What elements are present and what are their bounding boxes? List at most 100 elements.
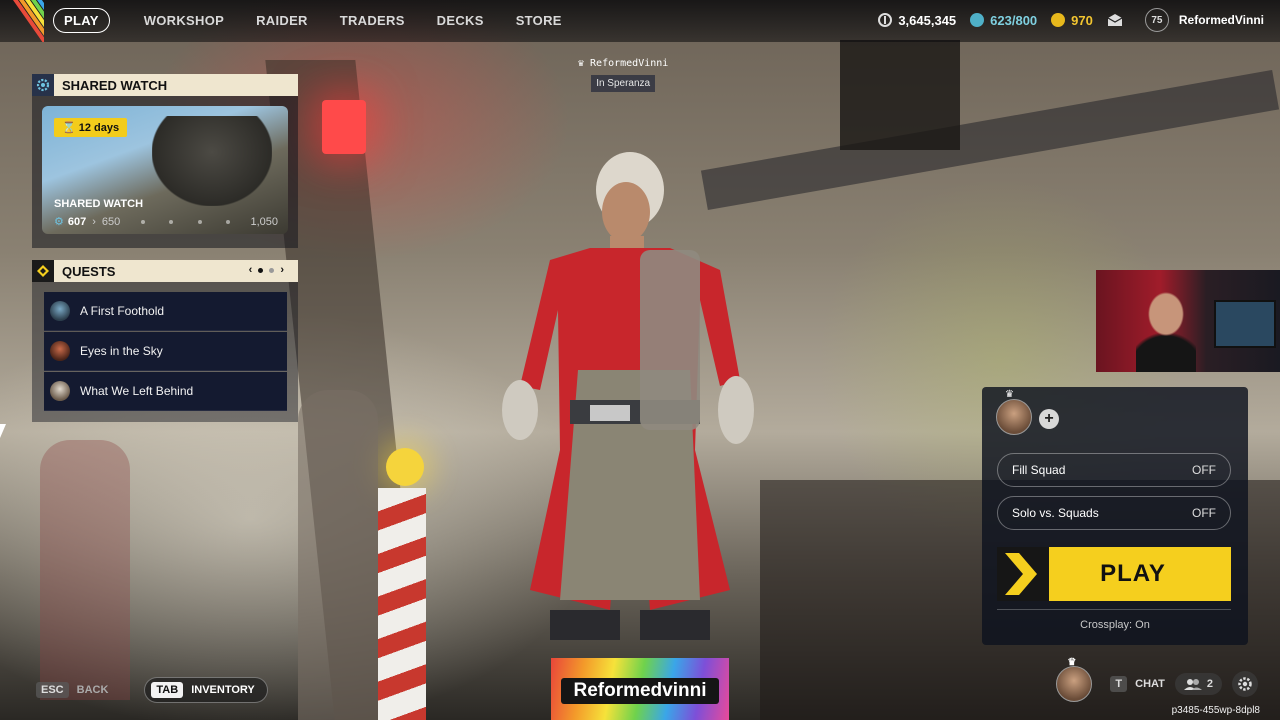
tab-decks[interactable]: DECKS [427,8,494,33]
chat-key-hint: T [1110,676,1128,692]
shared-watch-progress: ⚙ 607 › 650 1,050 [54,215,278,229]
chat-button[interactable]: T CHAT [1110,676,1165,692]
pager-dot [269,267,275,273]
quest-item[interactable]: Eyes in the Sky [44,332,287,371]
top-navigation-bar: PLAY WORKSHOP RAIDER TRADERS DECKS STORE… [0,0,1280,42]
days-remaining-badge: ⌛ 12 days [54,118,128,137]
quest-item[interactable]: What We Left Behind [44,372,287,411]
back-button[interactable]: ESC BACK [36,682,108,698]
crown-icon: ♛ [578,58,585,69]
tab-workshop[interactable]: WORKSHOP [134,8,234,33]
chevron-right-icon: › [92,215,96,228]
back-label: BACK [76,684,109,696]
quest-diamond-icon [32,260,54,282]
inventory-button[interactable]: TAB INVENTORY [144,677,268,703]
tab-play[interactable]: PLAY [53,8,110,33]
divider [997,609,1231,610]
quests-panel: QUESTS ‹ › A First Foothold Eyes in the … [32,260,298,422]
progress-current: 607 [67,215,87,228]
quest-giver-avatar-icon [50,301,70,321]
gear-icon [1238,677,1252,691]
currency-bar: 3,645,345 623/800 970 75 ReformedVinni [878,8,1264,32]
shared-watch-card-title: SHARED WATCH [54,198,144,210]
raider-tokens-value: 623/800 [990,12,1038,28]
solo-vs-squads-value: OFF [1192,506,1216,520]
quest-giver-avatar-icon [50,341,70,361]
crown-icon: ♛ [1067,657,1077,668]
quest-giver-avatar-icon [50,381,70,401]
quests-pager: ‹ › [249,264,284,276]
webcam-monitor [1214,300,1276,348]
chat-label: CHAT [1135,678,1165,690]
coins-balance[interactable]: 3,645,345 [878,13,956,28]
player-avatar[interactable]: ♛ [1056,657,1093,702]
pager-prev-icon[interactable]: ‹ [249,264,253,276]
solo-vs-squads-label: Solo vs. Squads [1012,506,1099,520]
premium-value: 970 [1071,12,1093,28]
esc-key-hint: ESC [36,682,69,698]
progress-max: 1,050 [250,215,278,228]
squad-member-avatar[interactable] [996,399,1032,435]
tab-key-hint: TAB [151,682,184,698]
session-id: p3485-455wp-8dpl8 [1171,705,1260,716]
inventory-label: INVENTORY [191,684,255,696]
player-nameplate: ♛ ReformedVinni In Speranza [578,58,668,92]
progress-next: 650 [101,215,121,228]
tab-raider[interactable]: RAIDER [246,8,318,33]
settings-button[interactable] [1232,671,1258,697]
streamer-name-overlay: Reformedvinni [551,658,729,720]
quest-item[interactable]: A First Foothold [44,292,287,331]
streamer-webcam-overlay [1096,270,1280,372]
fill-squad-value: OFF [1192,463,1216,477]
friends-button[interactable]: 2 [1174,673,1222,695]
shared-watch-header: SHARED WATCH [32,74,298,96]
pager-dot-active [258,267,264,273]
quest-label: Eyes in the Sky [80,344,163,358]
bottom-left-hints: ESC BACK TAB INVENTORY [36,677,268,703]
solo-vs-squads-toggle[interactable]: Solo vs. Squads OFF [997,496,1231,530]
squad-panel: ♛ + Fill Squad OFF Solo vs. Squads OFF P… [982,387,1248,645]
hourglass-icon: ⌛ [62,122,76,134]
player-nameplate-text: ReformedVinni [590,58,669,69]
tab-traders[interactable]: TRADERS [330,8,415,33]
squad-leader-crown-icon: ♛ [1005,389,1014,400]
profile-button[interactable]: 75 ReformedVinni [1144,8,1264,32]
tab-store[interactable]: STORE [506,8,572,33]
friends-icon [1183,679,1202,690]
raider-tokens-balance[interactable]: 623/800 [970,13,1037,28]
mouse-cursor-icon [0,424,6,438]
mail-button[interactable] [1107,13,1123,27]
main-nav-tabs: PLAY WORKSHOP RAIDER TRADERS DECKS STORE [53,8,584,33]
progress-track [128,219,242,224]
crossplay-status[interactable]: Crossplay: On [982,619,1248,631]
mail-icon [1107,14,1123,26]
play-button-label: PLAY [1100,560,1166,587]
premium-coin-icon [1051,13,1066,27]
days-remaining-text: 12 days [78,122,120,134]
webcam-streamer [1136,292,1196,372]
player-level-badge: 75 [1144,8,1169,32]
coin-icon [878,13,893,27]
rainbow-stripe-decoration [0,0,44,42]
invite-squad-button[interactable]: + [1039,409,1059,429]
shared-watch-artwork [152,116,272,206]
bottom-right-controls: ♛ T CHAT 2 [1056,657,1258,702]
shared-watch-header-label: SHARED WATCH [62,77,168,93]
quest-label: What We Left Behind [80,384,194,398]
streamer-name-text: Reformedvinni [561,678,719,704]
quests-header: QUESTS ‹ › [32,260,298,282]
shared-watch-card[interactable]: ⌛ 12 days SHARED WATCH ⚙ 607 › 650 1,050 [42,106,288,234]
pager-next-icon[interactable]: › [280,264,284,276]
progress-gear-icon: ⚙ [54,216,64,228]
profile-username: ReformedVinni [1178,13,1264,27]
player-nameplate-name: ♛ ReformedVinni [578,58,668,69]
play-chevron-icon [997,547,1049,601]
shared-watch-panel[interactable]: SHARED WATCH ⌛ 12 days SHARED WATCH ⚙ 60… [32,74,298,248]
player-character-model [502,152,754,640]
gear-emblem-icon [32,74,54,96]
premium-currency-balance[interactable]: 970 [1051,13,1093,28]
quest-label: A First Foothold [80,304,165,318]
play-button[interactable]: PLAY [997,547,1231,601]
fill-squad-toggle[interactable]: Fill Squad OFF [997,453,1231,487]
fill-squad-label: Fill Squad [1012,463,1066,477]
